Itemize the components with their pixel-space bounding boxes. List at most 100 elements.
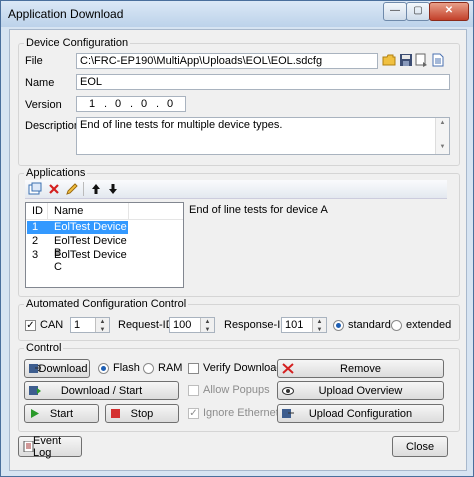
standard-label: standard xyxy=(348,319,391,331)
list-item[interactable]: 2 EolTest Device B xyxy=(27,235,128,259)
version-separator: . xyxy=(156,98,160,110)
start-button-label: Start xyxy=(49,407,74,420)
download-start-label: Download / Start xyxy=(60,384,143,397)
edit-pencil-icon[interactable] xyxy=(65,182,79,196)
dialog-body: Device Configuration File C:\FRC-EP190\M… xyxy=(9,29,467,471)
can-spinner[interactable]: ▲ ▼ xyxy=(95,318,109,332)
window-title: Application Download xyxy=(8,7,124,21)
spin-down-icon[interactable]: ▼ xyxy=(96,326,109,332)
response-id-value: 101 xyxy=(285,319,304,331)
upload-overview-button[interactable]: Upload Overview xyxy=(277,381,444,400)
application-download-window: Application Download — ▢ ✕ Device Config… xyxy=(0,0,474,477)
scroll-up-icon[interactable]: ▲ xyxy=(436,118,449,128)
ignore-ethernet-checkbox[interactable]: ✓ xyxy=(188,408,199,419)
stop-button[interactable]: Stop xyxy=(105,404,179,423)
column-divider xyxy=(47,203,48,219)
flash-radio[interactable] xyxy=(98,363,109,374)
applications-toolbar xyxy=(25,180,447,199)
upload-configuration-label: Upload Configuration xyxy=(308,407,413,420)
version-label: Version xyxy=(25,99,62,111)
verify-download-checkbox[interactable] xyxy=(188,363,199,374)
file-path-input[interactable]: C:\FRC-EP190\MultiApp\Uploads\EOL\EOL.sd… xyxy=(76,53,378,69)
ignore-ethernet-label: Ignore Ethernet xyxy=(203,407,279,419)
list-header: ID Name xyxy=(26,203,183,220)
maximize-button[interactable]: ▢ xyxy=(406,2,430,21)
delete-icon[interactable] xyxy=(47,182,61,196)
toolbar-separator xyxy=(83,182,84,196)
request-id-input[interactable]: 100 ▲ ▼ xyxy=(169,317,215,333)
add-application-icon[interactable] xyxy=(28,182,42,196)
extended-radio[interactable] xyxy=(391,320,402,331)
response-id-label: Response-ID xyxy=(224,319,289,331)
can-checkbox[interactable]: ✓ xyxy=(25,320,36,331)
spin-down-icon[interactable]: ▼ xyxy=(201,326,214,332)
list-item-selected[interactable]: 1 EolTest Device A xyxy=(27,221,128,245)
description-textarea[interactable]: End of line tests for multiple device ty… xyxy=(76,117,450,155)
spin-down-icon[interactable]: ▼ xyxy=(313,326,326,332)
standard-radio[interactable] xyxy=(333,320,344,331)
scroll-down-icon[interactable]: ▼ xyxy=(436,142,449,152)
list-item-name: EolTest Device C xyxy=(54,249,127,273)
name-label: Name xyxy=(25,77,55,89)
minimize-button[interactable]: — xyxy=(383,2,407,21)
ram-radio[interactable] xyxy=(143,363,154,374)
play-icon xyxy=(31,409,39,418)
allow-popups-checkbox[interactable] xyxy=(188,385,199,396)
download-button-label: Download xyxy=(38,362,88,375)
move-up-icon[interactable] xyxy=(89,182,103,196)
upload-overview-label: Upload Overview xyxy=(318,384,403,397)
version-build: 0 xyxy=(141,98,148,110)
spin-up-icon[interactable]: ▲ xyxy=(96,318,109,326)
close-button[interactable]: Close xyxy=(392,436,448,457)
applications-list[interactable]: ID Name 1 EolTest Device A 2 EolTest Dev… xyxy=(25,202,184,288)
request-id-spinner[interactable]: ▲ ▼ xyxy=(200,318,214,332)
description-label: Description xyxy=(25,120,81,132)
column-id-header[interactable]: ID xyxy=(32,205,43,217)
can-value: 1 xyxy=(74,319,81,331)
file-label: File xyxy=(25,55,43,67)
open-folder-icon[interactable] xyxy=(382,53,396,67)
start-button[interactable]: Start xyxy=(24,404,99,423)
response-id-input[interactable]: 101 ▲ ▼ xyxy=(281,317,327,333)
can-label: CAN xyxy=(40,319,64,331)
description-text: End of line tests for multiple device ty… xyxy=(80,119,283,131)
eye-icon xyxy=(282,387,294,395)
close-window-button[interactable]: ✕ xyxy=(429,2,469,21)
event-log-button[interactable]: Event Log xyxy=(18,435,82,459)
download-button[interactable]: Download xyxy=(24,359,90,378)
remove-button-label: Remove xyxy=(340,362,381,375)
version-separator: . xyxy=(130,98,134,110)
ram-label: RAM xyxy=(158,362,183,374)
name-input[interactable]: EOL xyxy=(76,74,450,90)
new-document-icon[interactable] xyxy=(431,53,445,67)
save-as-icon[interactable] xyxy=(415,53,429,67)
move-down-icon[interactable] xyxy=(106,182,120,196)
list-item[interactable]: 3 EolTest Device C xyxy=(27,249,128,273)
list-item-id: 3 xyxy=(32,249,39,261)
stop-icon xyxy=(111,409,120,418)
version-revision: 0 xyxy=(167,98,174,110)
control-legend: Control xyxy=(24,342,64,354)
allow-popups-label: Allow Popups xyxy=(203,384,270,396)
upload-configuration-button[interactable]: Upload Configuration xyxy=(277,404,444,423)
stop-button-label: Stop xyxy=(130,407,154,420)
list-item-id: 2 xyxy=(32,235,39,247)
save-icon[interactable] xyxy=(399,53,413,67)
remove-button[interactable]: Remove xyxy=(277,359,444,378)
version-minor: 0 xyxy=(115,98,122,110)
spin-up-icon[interactable]: ▲ xyxy=(201,318,214,326)
spin-up-icon[interactable]: ▲ xyxy=(313,318,326,326)
column-name-header[interactable]: Name xyxy=(54,205,83,217)
request-id-label: Request-ID xyxy=(118,319,174,331)
description-scrollbar[interactable]: ▲ ▼ xyxy=(435,118,449,154)
column-divider xyxy=(128,203,129,219)
download-start-button[interactable]: Download / Start xyxy=(24,381,179,400)
remove-x-icon xyxy=(282,363,294,374)
version-major: 1 xyxy=(89,98,96,110)
title-bar[interactable]: Application Download — ▢ ✕ xyxy=(1,1,473,27)
download-start-icon xyxy=(29,386,41,395)
can-input[interactable]: 1 ▲ ▼ xyxy=(70,317,110,333)
application-detail-text: End of line tests for device A xyxy=(189,204,328,216)
version-input[interactable]: 1 . 0 . 0 . 0 xyxy=(76,96,186,112)
response-id-spinner[interactable]: ▲ ▼ xyxy=(312,318,326,332)
